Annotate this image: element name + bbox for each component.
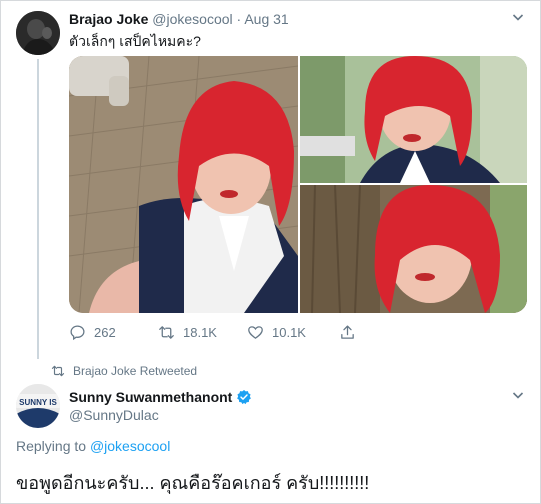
verified-badge-icon: [237, 390, 252, 405]
tweet-header: Brajao Joke @jokesocool · Aug 31: [69, 11, 289, 27]
avatar-brajao-joke[interactable]: [16, 11, 60, 55]
photo-3[interactable]: [300, 185, 527, 313]
photo-3-image: [300, 185, 527, 313]
tweet-thread-frame: Brajao Joke @jokesocool · Aug 31 ตัวเล็ก…: [0, 0, 541, 504]
photo-2[interactable]: [300, 56, 527, 183]
replying-to-prefix: Replying to: [16, 438, 87, 454]
author-handle[interactable]: @jokesocool: [152, 11, 232, 27]
like-count: 10.1K: [272, 325, 306, 340]
reply-action[interactable]: 262: [69, 324, 116, 341]
replying-to: Replying to @jokesocool: [16, 438, 170, 454]
share-icon: [341, 325, 354, 339]
chevron-down-icon[interactable]: [512, 11, 524, 26]
replying-to-link[interactable]: @jokesocool: [90, 438, 170, 454]
avatar-image: [16, 11, 60, 55]
avatar-sunny[interactable]: SUNNY IS: [16, 384, 60, 428]
retweet-count: 18.1K: [183, 325, 217, 340]
like-icon: [248, 326, 263, 339]
retweet-banner-text: Brajao Joke Retweeted: [73, 364, 198, 378]
retweet-icon: [159, 326, 174, 339]
retweet-action[interactable]: 18.1K: [158, 324, 217, 341]
share-action[interactable]: [339, 324, 356, 341]
chevron-down-icon[interactable]: [512, 389, 524, 404]
header-separator: ·: [236, 11, 242, 27]
photo-1[interactable]: [69, 56, 298, 313]
photo-1-image: [69, 56, 298, 313]
retweet-banner[interactable]: Brajao Joke Retweeted: [51, 364, 197, 378]
author-name-row: Sunny Suwanmethanont: [69, 389, 252, 405]
reply-count: 262: [94, 325, 116, 340]
reply-icon: [70, 325, 85, 341]
avatar-image: SUNNY IS: [16, 384, 60, 428]
photo-2-image: [300, 56, 527, 183]
author-handle[interactable]: @SunnyDulac: [69, 407, 159, 423]
tweet-actions: 262 18.1K 10.1K: [69, 324, 389, 344]
avatar-text: SUNNY IS: [19, 398, 57, 407]
media-grid[interactable]: [69, 56, 527, 313]
thread-connector-line: [37, 59, 39, 359]
tweet-text: ขอพูดอีกนะครับ... คุณคือร๊อคเกอร์ ครับ!!…: [16, 473, 370, 493]
tweet-date[interactable]: Aug 31: [244, 11, 288, 27]
tweet-text: ตัวเล็กๆ เสป็คไหมคะ?: [69, 33, 201, 49]
like-action[interactable]: 10.1K: [247, 324, 306, 341]
author-name[interactable]: Sunny Suwanmethanont: [69, 389, 232, 405]
retweet-icon: [51, 365, 65, 377]
author-name[interactable]: Brajao Joke: [69, 11, 148, 27]
